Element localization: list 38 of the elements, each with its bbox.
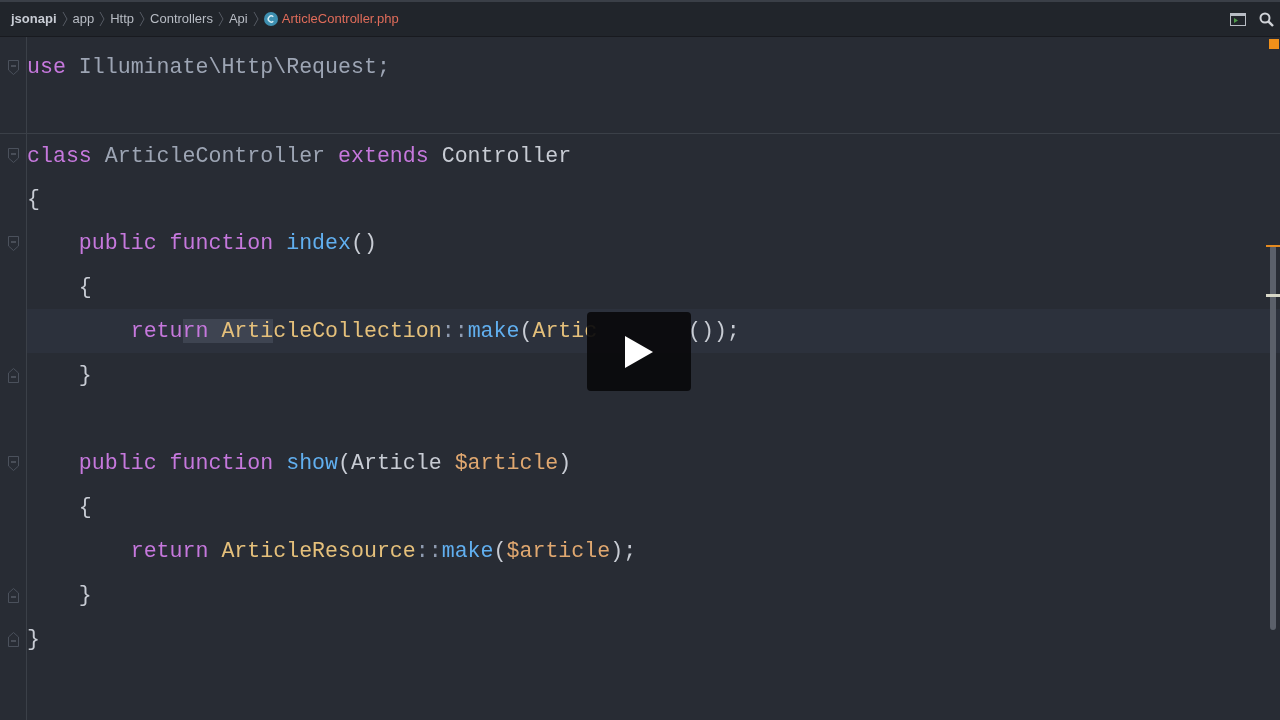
code-line: return ArticleResource::make($article); xyxy=(129,539,637,563)
breadcrumb-item[interactable]: Http xyxy=(110,9,135,29)
chevron-icon xyxy=(99,11,106,27)
fold-icon[interactable] xyxy=(7,587,19,603)
breadcrumb-item[interactable]: jsonapi xyxy=(11,9,57,29)
fold-icon[interactable] xyxy=(7,367,19,383)
code-line: } xyxy=(27,627,40,651)
fold-icon[interactable] xyxy=(7,631,19,647)
code-line: } xyxy=(77,583,92,607)
fold-icon[interactable] xyxy=(7,455,19,471)
breadcrumb-item[interactable]: Api xyxy=(228,9,248,29)
code-line: { xyxy=(77,275,92,299)
fold-icon[interactable] xyxy=(7,59,19,75)
warning-marker xyxy=(1266,245,1280,247)
search-icon[interactable] xyxy=(1259,11,1274,27)
chevron-icon xyxy=(61,11,68,27)
chevron-icon xyxy=(217,11,224,27)
code-line: return ArticleCollection::make(Artic ()); xyxy=(129,319,740,343)
code-line: { xyxy=(27,187,40,211)
breadcrumb-item[interactable]: app xyxy=(72,9,95,29)
chevron-icon xyxy=(252,11,259,27)
terminal-icon[interactable] xyxy=(1230,12,1246,26)
fold-icon[interactable] xyxy=(7,148,19,163)
code-line: class ArticleController extends Controller xyxy=(27,144,572,168)
breadcrumb-item[interactable]: Controllers xyxy=(150,9,213,29)
code-line: } xyxy=(77,363,92,387)
code-line: { xyxy=(77,495,92,519)
chevron-icon xyxy=(139,11,146,27)
breadcrumb-item[interactable]: ArticleController.php xyxy=(281,9,399,29)
code-line: public function show(Article $article) xyxy=(77,451,572,475)
caret-marker xyxy=(1266,294,1280,297)
code-line: public function index() xyxy=(77,231,377,255)
code-line: use Illuminate\Http\Request; xyxy=(27,55,390,79)
scrollbar[interactable] xyxy=(1270,245,1276,630)
error-marker xyxy=(1269,39,1279,49)
play-icon xyxy=(625,335,653,368)
class-file-icon xyxy=(263,12,278,26)
fold-icon[interactable] xyxy=(7,235,19,251)
